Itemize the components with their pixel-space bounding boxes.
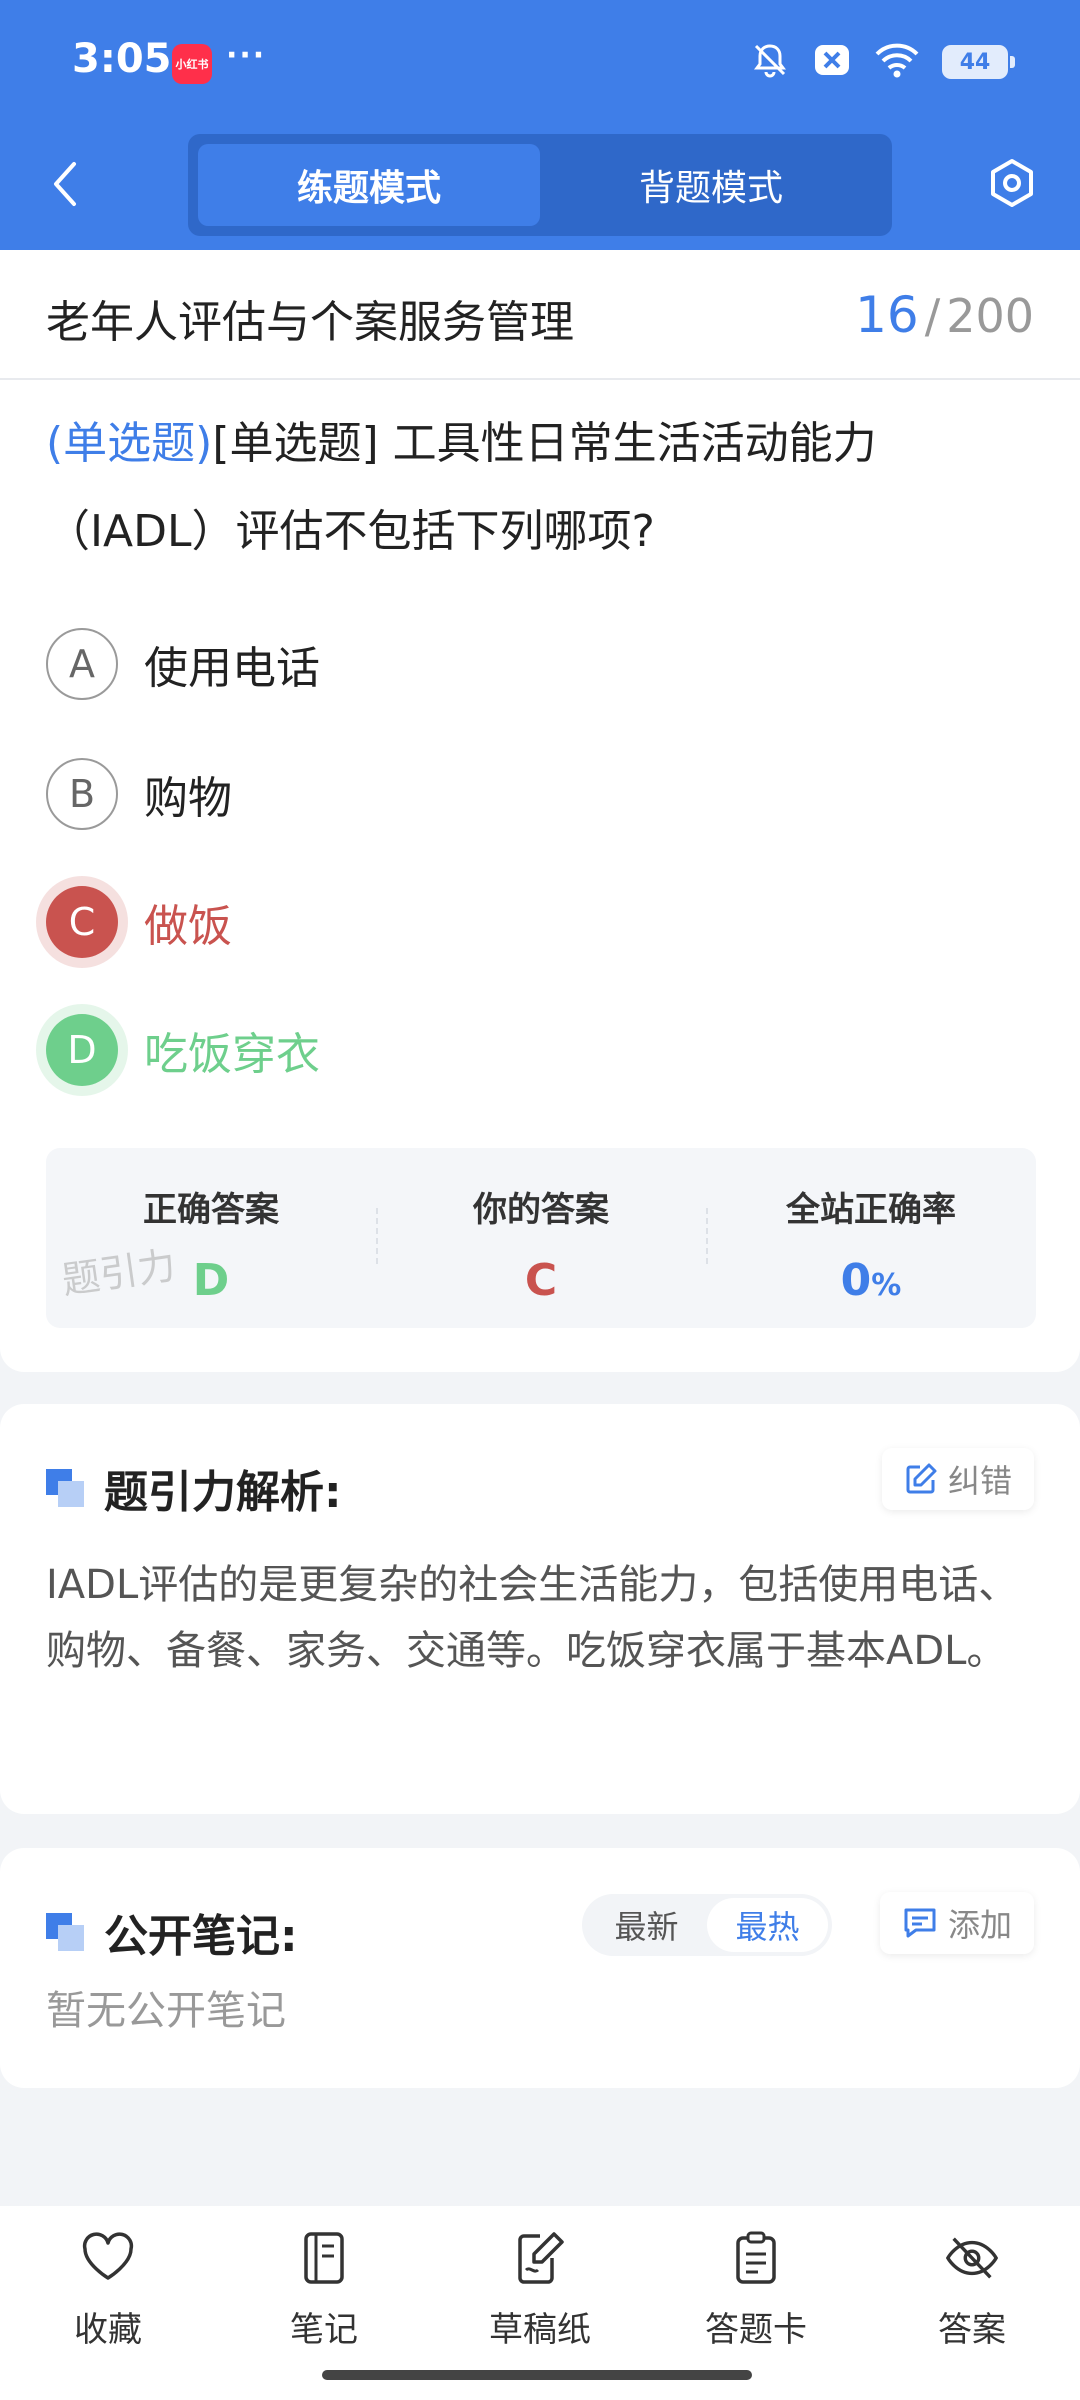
draft-paper-label: 草稿纸: [489, 2310, 591, 2350]
home-indicator[interactable]: [322, 2370, 752, 2380]
notes-title: 公开笔记:: [104, 1911, 298, 1962]
more-notifications-indicator: ···: [226, 38, 267, 73]
correct-answer-column: 正确答案 D: [46, 1148, 376, 1328]
correct-answer-value: D: [192, 1255, 230, 1306]
analysis-header: 题引力解析:: [46, 1456, 342, 1520]
section-squares-icon: [46, 1913, 84, 1951]
accuracy-number: 0: [840, 1255, 872, 1306]
accuracy-unit: %: [871, 1268, 902, 1303]
notes-empty-text: 暂无公开笔记: [46, 1988, 286, 2034]
mute-bell-icon: [750, 40, 790, 84]
favorite-button[interactable]: 收藏: [0, 2206, 216, 2400]
accuracy-column: 全站正确率 0%: [706, 1148, 1036, 1328]
question-progress: 16/200: [855, 286, 1034, 344]
section-squares-icon: [46, 1469, 84, 1507]
answer-summary: 正确答案 D 你的答案 C 全站正确率 0%: [46, 1148, 1036, 1328]
option-letter: A: [46, 628, 118, 700]
option-text: 吃饭穿衣: [144, 1029, 320, 1080]
your-answer-label: 你的答案: [473, 1190, 609, 1230]
favorite-label: 收藏: [74, 2310, 142, 2350]
option-letter: C: [46, 886, 118, 958]
notebook-icon: [296, 2230, 352, 2286]
close-badge-icon: [812, 40, 852, 84]
battery-icon: 44: [942, 45, 1015, 79]
status-bar: 3:05 小红书 ··· 44: [0, 0, 1080, 125]
add-note-button[interactable]: 添加: [879, 1892, 1034, 1954]
option-text: 购物: [144, 773, 232, 824]
option-c[interactable]: C 做饭: [46, 882, 232, 962]
your-answer-column: 你的答案 C: [376, 1148, 706, 1328]
answer-card-label: 答题卡: [705, 2310, 807, 2350]
analysis-card: 题引力解析: 纠错 IADL评估的是更复杂的社会生活能力，包括使用电话、购物、备…: [0, 1404, 1080, 1814]
draft-edit-icon: [512, 2230, 568, 2286]
subject-title: 老年人评估与个案服务管理: [46, 297, 574, 348]
clipboard-icon: [728, 2230, 784, 2286]
notes-header: 公开笔记:: [46, 1900, 298, 1964]
correct-answer-label: 正确答案: [143, 1190, 279, 1230]
report-error-label: 纠错: [947, 1462, 1012, 1500]
question-type-tag: (单选题): [46, 418, 213, 469]
show-answer-button[interactable]: 答案: [864, 2206, 1080, 2400]
status-time: 3:05: [72, 36, 172, 82]
report-error-button[interactable]: 纠错: [881, 1448, 1034, 1510]
add-note-label: 添加: [947, 1906, 1012, 1944]
analysis-title: 题引力解析:: [104, 1467, 342, 1518]
option-text: 做饭: [144, 901, 232, 952]
your-answer-value: C: [524, 1255, 558, 1306]
app-header: 3:05 小红书 ··· 44 练题模式 背题模式: [0, 0, 1080, 250]
edit-icon: [906, 1463, 937, 1494]
subject-row: 老年人评估与个案服务管理 16/200: [0, 250, 1080, 380]
eye-off-icon: [944, 2230, 1000, 2286]
show-answer-label: 答案: [938, 2310, 1006, 2350]
analysis-text: IADL评估的是更复杂的社会生活能力，包括使用电话、购物、备餐、家务、交通等。吃…: [46, 1562, 1019, 1674]
sort-hot-button[interactable]: 最热: [707, 1898, 828, 1952]
question-text: (单选题)[单选题] 工具性日常生活活动能力（IADL）评估不包括下列哪项?: [46, 400, 1036, 576]
chevron-left-icon: [54, 162, 76, 206]
settings-button[interactable]: [982, 153, 1042, 213]
total-question-count: 200: [946, 289, 1034, 343]
mode-switch: 练题模式 背题模式: [188, 134, 892, 236]
notes-sort-toggle: 最新 最热: [582, 1894, 832, 1956]
accuracy-value: 0%: [841, 1255, 902, 1306]
hexagon-settings-icon: [991, 159, 1033, 207]
question-card: 老年人评估与个案服务管理 16/200 (单选题)[单选题] 工具性日常生活活动…: [0, 250, 1080, 1372]
option-letter: B: [46, 758, 118, 830]
public-notes-card: 公开笔记: 最新 最热 添加 暂无公开笔记: [0, 1848, 1080, 2088]
sort-latest-button[interactable]: 最新: [586, 1898, 707, 1952]
heart-icon: [80, 2230, 136, 2286]
accuracy-label: 全站正确率: [786, 1190, 956, 1230]
option-b[interactable]: B 购物: [46, 754, 232, 834]
current-question-number: 16: [855, 286, 919, 344]
option-d[interactable]: D 吃饭穿衣: [46, 1010, 320, 1090]
option-text: 使用电话: [144, 643, 320, 694]
comment-icon: [904, 1908, 936, 1938]
option-a[interactable]: A 使用电话: [46, 624, 320, 704]
notes-label: 笔记: [290, 2310, 358, 2350]
tab-memorize-mode[interactable]: 背题模式: [540, 144, 882, 226]
back-button[interactable]: [40, 152, 90, 216]
tab-practice-mode[interactable]: 练题模式: [198, 144, 540, 226]
wifi-icon: [874, 40, 920, 84]
status-icons: 44: [750, 40, 1015, 84]
option-letter: D: [46, 1014, 118, 1086]
app-notification-badge: 小红书: [172, 44, 212, 84]
